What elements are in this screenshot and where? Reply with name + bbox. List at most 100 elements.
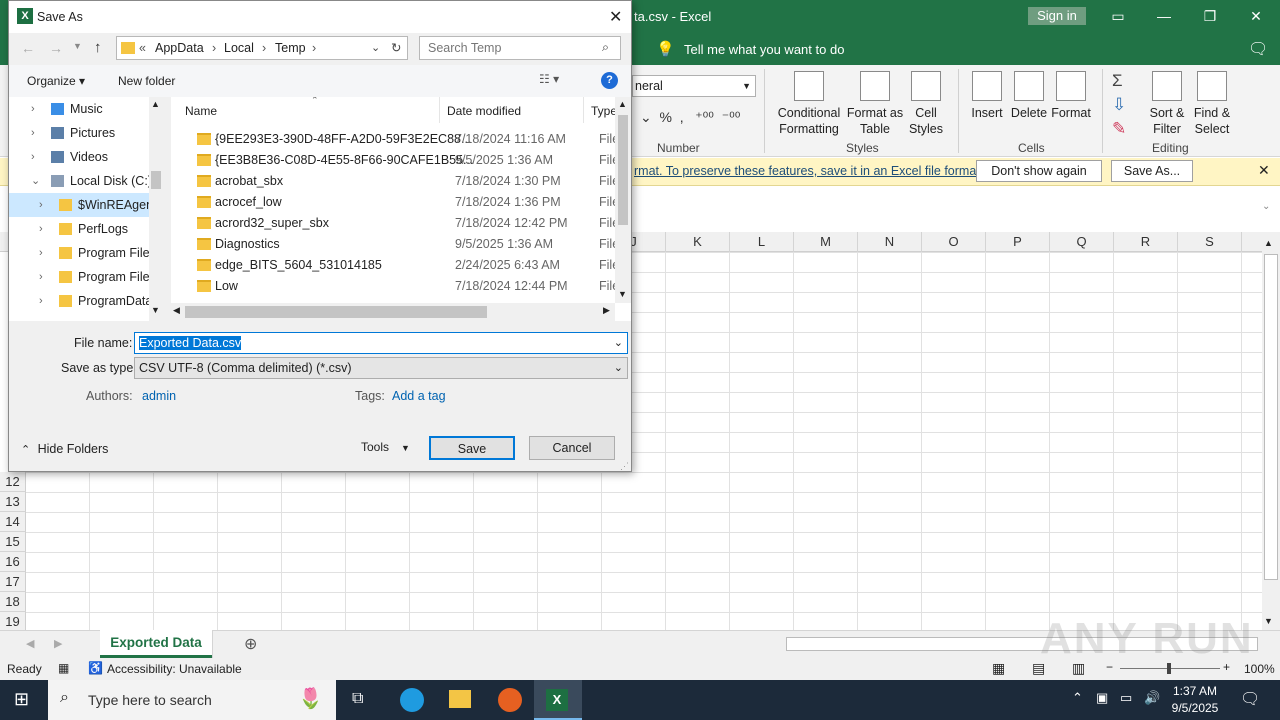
up-folder-icon[interactable]: ↑ xyxy=(94,39,102,56)
row-header[interactable]: 13 xyxy=(0,492,26,512)
nav-item[interactable]: › ProgramData xyxy=(9,289,163,313)
file-row[interactable]: edge_BITS_5604_531014185 2/24/2025 6:43 A… xyxy=(171,255,626,276)
normal-view-icon[interactable]: ▦ xyxy=(992,660,1005,677)
hide-folders-button[interactable]: ⌃ Hide Folders xyxy=(21,442,108,456)
accessibility-status[interactable]: Accessibility: Unavailable xyxy=(107,662,242,676)
notifications-icon[interactable]: 🗨 xyxy=(1240,689,1260,709)
tools-button[interactable]: Tools ▼ xyxy=(361,440,410,454)
dialog-close-icon[interactable]: ✕ xyxy=(609,7,622,27)
authors-value[interactable]: admin xyxy=(142,389,176,403)
tab-next-icon[interactable]: ▶ xyxy=(54,637,62,650)
breadcrumb-appdata[interactable]: AppData xyxy=(155,41,204,55)
insert-button[interactable]: Insert xyxy=(966,71,1008,121)
taskbar-search[interactable]: ⌕ Type here to search 🌷 xyxy=(48,680,336,720)
search-temp-input[interactable]: Search Temp ⌕ xyxy=(419,36,621,60)
sheet-tab-exported-data[interactable]: Exported Data xyxy=(100,630,212,658)
file-name-dropdown-icon[interactable]: ⌄ xyxy=(614,333,623,353)
recent-locations-icon[interactable]: ▼ xyxy=(73,41,82,51)
file-explorer-icon[interactable] xyxy=(449,690,471,708)
file-row[interactable]: {EE3B8E36-C08D-4E55-8F66-90CAFE1B55... 9/… xyxy=(171,150,626,171)
dont-show-again-button[interactable]: Don't show again xyxy=(976,160,1102,182)
breadcrumb-local[interactable]: Local xyxy=(224,41,254,55)
volume-icon[interactable]: 🔊 xyxy=(1144,690,1160,706)
nav-item[interactable]: ⌄ Local Disk (C:) xyxy=(9,169,163,193)
chevron-right-icon[interactable]: › xyxy=(39,241,43,265)
chevron-down-icon[interactable]: ⌄ xyxy=(31,169,40,193)
add-tag-link[interactable]: Add a tag xyxy=(392,389,446,403)
conditional-formatting-button[interactable]: Conditional Formatting xyxy=(772,71,846,137)
row-header[interactable]: 19 xyxy=(0,612,26,632)
zoom-level[interactable]: 100% xyxy=(1244,662,1275,676)
column-header[interactable]: K xyxy=(666,232,730,252)
format-button[interactable]: Format xyxy=(1050,71,1092,121)
file-row[interactable]: acrobat_sbx 7/18/2024 1:30 PM File f xyxy=(171,171,626,192)
tell-me-input[interactable]: Tell me what you want to do xyxy=(684,42,844,57)
refresh-icon[interactable]: ↻ xyxy=(391,40,401,55)
nav-item[interactable]: › Videos xyxy=(9,145,163,169)
col-name-header[interactable]: Name xyxy=(185,104,217,118)
help-icon[interactable]: ? xyxy=(601,72,618,89)
nav-item[interactable]: › $WinREAgent xyxy=(9,193,163,217)
column-header[interactable]: S xyxy=(1178,232,1242,252)
file-row[interactable]: acrord32_super_sbx 7/18/2024 12:42 PM File… xyxy=(171,213,626,234)
view-options-icon[interactable]: ☷ ▾ xyxy=(539,72,559,86)
network-icon[interactable]: ▣ xyxy=(1096,690,1108,706)
row-header[interactable]: 14 xyxy=(0,512,26,532)
file-list[interactable]: Name ⌃ Date modified Type {9EE293E3-390D… xyxy=(171,97,631,321)
task-view-icon[interactable]: ⧉ xyxy=(352,690,363,708)
breadcrumb-overflow-icon[interactable]: « xyxy=(139,41,146,55)
zoom-slider-thumb[interactable] xyxy=(1167,663,1171,674)
column-header[interactable]: R xyxy=(1114,232,1178,252)
nav-item[interactable]: › PerfLogs xyxy=(9,217,163,241)
cancel-button[interactable]: Cancel xyxy=(529,436,615,460)
wifi-icon[interactable]: ▭ xyxy=(1120,690,1132,706)
file-row[interactable]: Diagnostics 9/5/2025 1:36 AM File f xyxy=(171,234,626,255)
nav-item[interactable]: › Program Files xyxy=(9,265,163,289)
column-header[interactable]: M xyxy=(794,232,858,252)
row-header[interactable]: 16 xyxy=(0,552,26,572)
file-row[interactable]: {9EE293E3-390D-48FF-A2D0-59F3E2EC88... 7/… xyxy=(171,129,626,150)
organize-button[interactable]: Organize ▾ xyxy=(27,74,85,88)
address-bar[interactable]: « AppData › Local › Temp › ⌄ ↻ xyxy=(116,36,408,60)
nav-item[interactable]: › Music xyxy=(9,97,163,121)
column-header[interactable]: N xyxy=(858,232,922,252)
sort-filter-button[interactable]: Sort & Filter xyxy=(1146,71,1188,137)
resize-grip-icon[interactable]: ⋰ xyxy=(620,461,629,472)
column-header[interactable]: O xyxy=(922,232,986,252)
notice-close-icon[interactable]: ✕ xyxy=(1258,162,1270,179)
file-vscrollbar[interactable]: ▲ ▼ xyxy=(615,97,631,303)
firefox-icon[interactable] xyxy=(498,688,522,712)
percent-style-icon[interactable]: ⌄ % , ⁺⁰⁰ ⁻⁰⁰ xyxy=(640,109,740,126)
chevron-right-icon[interactable]: › xyxy=(39,265,43,289)
delete-button[interactable]: Delete xyxy=(1008,71,1050,121)
save-button[interactable]: Save xyxy=(429,436,515,460)
autosum-icon[interactable]: Σ ⇩ ✎ xyxy=(1112,69,1126,141)
column-header[interactable]: P xyxy=(986,232,1050,252)
tray-chevron-icon[interactable]: ⌃ xyxy=(1072,690,1083,706)
notice-message[interactable]: rmat. To preserve these features, save i… xyxy=(634,164,983,178)
chevron-right-icon[interactable]: › xyxy=(39,289,43,313)
col-type-header[interactable]: Type xyxy=(591,104,617,118)
chevron-right-icon[interactable]: › xyxy=(31,145,35,169)
vertical-scrollbar[interactable]: ▲ ▼ xyxy=(1262,232,1280,630)
taskbar-clock[interactable]: 1:37 AM 9/5/2025 xyxy=(1165,683,1225,717)
row-header[interactable]: 15 xyxy=(0,532,26,552)
column-header[interactable]: L xyxy=(730,232,794,252)
chevron-right-icon[interactable]: › xyxy=(31,97,35,121)
chevron-right-icon[interactable]: › xyxy=(39,217,43,241)
sign-in-button[interactable]: Sign in xyxy=(1028,7,1086,25)
number-format-dropdown[interactable]: neral ▼ xyxy=(632,75,756,97)
col-date-header[interactable]: Date modified xyxy=(447,104,521,118)
file-row[interactable]: Low 7/18/2024 12:44 PM File f xyxy=(171,276,626,297)
windows-start-icon[interactable]: ⊞ xyxy=(14,689,29,710)
file-hscrollbar[interactable]: ◀ ▶ xyxy=(171,303,615,321)
breadcrumb-temp[interactable]: Temp xyxy=(275,41,306,55)
find-select-button[interactable]: Find & Select xyxy=(1190,71,1234,137)
file-name-input[interactable]: Exported Data.csv ⌄ xyxy=(134,332,628,354)
expand-formula-icon[interactable]: ⌄ xyxy=(1262,201,1270,212)
file-row[interactable]: acrocef_low 7/18/2024 1:36 PM File f xyxy=(171,192,626,213)
address-dropdown-icon[interactable]: ⌄ xyxy=(371,41,380,54)
save-type-select[interactable]: CSV UTF-8 (Comma delimited) (*.csv) ⌄ xyxy=(134,357,628,379)
format-as-table-button[interactable]: Format as Table xyxy=(846,71,904,137)
notice-save-as-button[interactable]: Save As... xyxy=(1111,160,1193,182)
